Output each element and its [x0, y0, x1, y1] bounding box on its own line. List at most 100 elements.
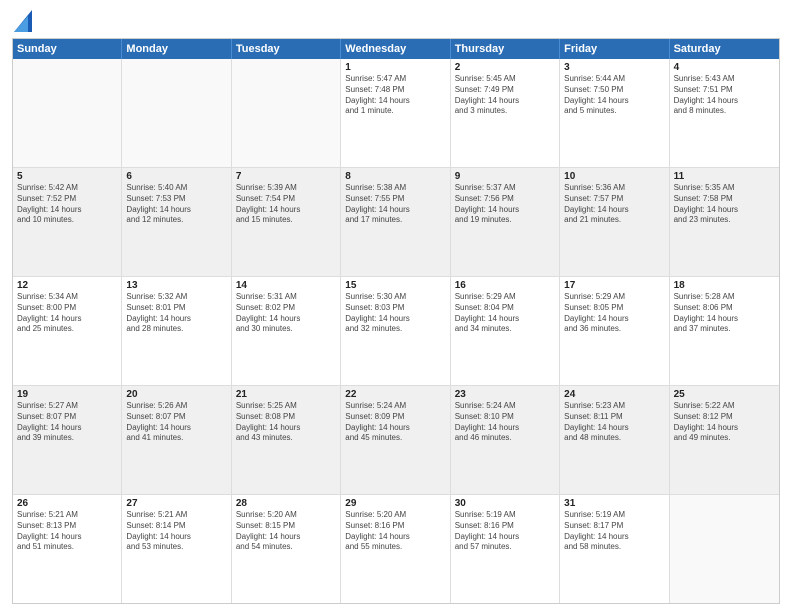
day-number: 22 — [345, 389, 445, 400]
calendar-cell: 6Sunrise: 5:40 AM Sunset: 7:53 PM Daylig… — [122, 168, 231, 276]
day-number: 23 — [455, 389, 555, 400]
day-number: 28 — [236, 498, 336, 509]
day-number: 16 — [455, 280, 555, 291]
header-cell-friday: Friday — [560, 39, 669, 59]
calendar-cell: 3Sunrise: 5:44 AM Sunset: 7:50 PM Daylig… — [560, 59, 669, 167]
header-cell-wednesday: Wednesday — [341, 39, 450, 59]
calendar-cell: 12Sunrise: 5:34 AM Sunset: 8:00 PM Dayli… — [13, 277, 122, 385]
calendar-cell: 29Sunrise: 5:20 AM Sunset: 8:16 PM Dayli… — [341, 495, 450, 603]
day-number: 7 — [236, 171, 336, 182]
calendar-cell: 15Sunrise: 5:30 AM Sunset: 8:03 PM Dayli… — [341, 277, 450, 385]
day-number: 11 — [674, 171, 775, 182]
calendar-header: SundayMondayTuesdayWednesdayThursdayFrid… — [13, 39, 779, 59]
calendar-row: 19Sunrise: 5:27 AM Sunset: 8:07 PM Dayli… — [13, 386, 779, 495]
cell-info: Sunrise: 5:21 AM Sunset: 8:13 PM Dayligh… — [17, 510, 117, 553]
cell-info: Sunrise: 5:25 AM Sunset: 8:08 PM Dayligh… — [236, 401, 336, 444]
day-number: 20 — [126, 389, 226, 400]
logo-icon — [14, 10, 32, 32]
cell-info: Sunrise: 5:45 AM Sunset: 7:49 PM Dayligh… — [455, 74, 555, 117]
calendar-cell: 16Sunrise: 5:29 AM Sunset: 8:04 PM Dayli… — [451, 277, 560, 385]
calendar-body: 1Sunrise: 5:47 AM Sunset: 7:48 PM Daylig… — [13, 59, 779, 603]
calendar-cell: 31Sunrise: 5:19 AM Sunset: 8:17 PM Dayli… — [560, 495, 669, 603]
cell-info: Sunrise: 5:29 AM Sunset: 8:04 PM Dayligh… — [455, 292, 555, 335]
calendar-cell: 24Sunrise: 5:23 AM Sunset: 8:11 PM Dayli… — [560, 386, 669, 494]
cell-info: Sunrise: 5:34 AM Sunset: 8:00 PM Dayligh… — [17, 292, 117, 335]
day-number: 15 — [345, 280, 445, 291]
day-number: 12 — [17, 280, 117, 291]
day-number: 30 — [455, 498, 555, 509]
cell-info: Sunrise: 5:39 AM Sunset: 7:54 PM Dayligh… — [236, 183, 336, 226]
calendar-row: 1Sunrise: 5:47 AM Sunset: 7:48 PM Daylig… — [13, 59, 779, 168]
calendar-cell: 28Sunrise: 5:20 AM Sunset: 8:15 PM Dayli… — [232, 495, 341, 603]
header-cell-tuesday: Tuesday — [232, 39, 341, 59]
day-number: 14 — [236, 280, 336, 291]
cell-info: Sunrise: 5:31 AM Sunset: 8:02 PM Dayligh… — [236, 292, 336, 335]
calendar-cell: 20Sunrise: 5:26 AM Sunset: 8:07 PM Dayli… — [122, 386, 231, 494]
calendar-cell: 23Sunrise: 5:24 AM Sunset: 8:10 PM Dayli… — [451, 386, 560, 494]
calendar-cell: 14Sunrise: 5:31 AM Sunset: 8:02 PM Dayli… — [232, 277, 341, 385]
calendar-cell: 8Sunrise: 5:38 AM Sunset: 7:55 PM Daylig… — [341, 168, 450, 276]
calendar-cell: 11Sunrise: 5:35 AM Sunset: 7:58 PM Dayli… — [670, 168, 779, 276]
calendar-cell — [13, 59, 122, 167]
day-number: 31 — [564, 498, 664, 509]
calendar-cell — [232, 59, 341, 167]
calendar-cell: 27Sunrise: 5:21 AM Sunset: 8:14 PM Dayli… — [122, 495, 231, 603]
cell-info: Sunrise: 5:32 AM Sunset: 8:01 PM Dayligh… — [126, 292, 226, 335]
day-number: 4 — [674, 62, 775, 73]
calendar-cell: 5Sunrise: 5:42 AM Sunset: 7:52 PM Daylig… — [13, 168, 122, 276]
day-number: 8 — [345, 171, 445, 182]
header-cell-monday: Monday — [122, 39, 231, 59]
cell-info: Sunrise: 5:42 AM Sunset: 7:52 PM Dayligh… — [17, 183, 117, 226]
cell-info: Sunrise: 5:30 AM Sunset: 8:03 PM Dayligh… — [345, 292, 445, 335]
header — [12, 10, 780, 32]
day-number: 17 — [564, 280, 664, 291]
logo — [12, 10, 32, 32]
calendar-cell: 18Sunrise: 5:28 AM Sunset: 8:06 PM Dayli… — [670, 277, 779, 385]
calendar-cell: 26Sunrise: 5:21 AM Sunset: 8:13 PM Dayli… — [13, 495, 122, 603]
day-number: 2 — [455, 62, 555, 73]
cell-info: Sunrise: 5:22 AM Sunset: 8:12 PM Dayligh… — [674, 401, 775, 444]
header-cell-saturday: Saturday — [670, 39, 779, 59]
day-number: 25 — [674, 389, 775, 400]
header-cell-sunday: Sunday — [13, 39, 122, 59]
cell-info: Sunrise: 5:40 AM Sunset: 7:53 PM Dayligh… — [126, 183, 226, 226]
cell-info: Sunrise: 5:20 AM Sunset: 8:16 PM Dayligh… — [345, 510, 445, 553]
calendar-row: 12Sunrise: 5:34 AM Sunset: 8:00 PM Dayli… — [13, 277, 779, 386]
cell-info: Sunrise: 5:24 AM Sunset: 8:09 PM Dayligh… — [345, 401, 445, 444]
cell-info: Sunrise: 5:20 AM Sunset: 8:15 PM Dayligh… — [236, 510, 336, 553]
cell-info: Sunrise: 5:21 AM Sunset: 8:14 PM Dayligh… — [126, 510, 226, 553]
cell-info: Sunrise: 5:19 AM Sunset: 8:17 PM Dayligh… — [564, 510, 664, 553]
day-number: 18 — [674, 280, 775, 291]
cell-info: Sunrise: 5:36 AM Sunset: 7:57 PM Dayligh… — [564, 183, 664, 226]
cell-info: Sunrise: 5:43 AM Sunset: 7:51 PM Dayligh… — [674, 74, 775, 117]
day-number: 9 — [455, 171, 555, 182]
cell-info: Sunrise: 5:19 AM Sunset: 8:16 PM Dayligh… — [455, 510, 555, 553]
header-cell-thursday: Thursday — [451, 39, 560, 59]
cell-info: Sunrise: 5:26 AM Sunset: 8:07 PM Dayligh… — [126, 401, 226, 444]
calendar-cell: 13Sunrise: 5:32 AM Sunset: 8:01 PM Dayli… — [122, 277, 231, 385]
calendar-cell: 21Sunrise: 5:25 AM Sunset: 8:08 PM Dayli… — [232, 386, 341, 494]
cell-info: Sunrise: 5:47 AM Sunset: 7:48 PM Dayligh… — [345, 74, 445, 117]
day-number: 24 — [564, 389, 664, 400]
cell-info: Sunrise: 5:27 AM Sunset: 8:07 PM Dayligh… — [17, 401, 117, 444]
calendar-row: 26Sunrise: 5:21 AM Sunset: 8:13 PM Dayli… — [13, 495, 779, 603]
cell-info: Sunrise: 5:28 AM Sunset: 8:06 PM Dayligh… — [674, 292, 775, 335]
calendar-cell — [670, 495, 779, 603]
calendar-cell: 25Sunrise: 5:22 AM Sunset: 8:12 PM Dayli… — [670, 386, 779, 494]
day-number: 26 — [17, 498, 117, 509]
cell-info: Sunrise: 5:44 AM Sunset: 7:50 PM Dayligh… — [564, 74, 664, 117]
cell-info: Sunrise: 5:37 AM Sunset: 7:56 PM Dayligh… — [455, 183, 555, 226]
cell-info: Sunrise: 5:29 AM Sunset: 8:05 PM Dayligh… — [564, 292, 664, 335]
calendar-cell: 22Sunrise: 5:24 AM Sunset: 8:09 PM Dayli… — [341, 386, 450, 494]
cell-info: Sunrise: 5:24 AM Sunset: 8:10 PM Dayligh… — [455, 401, 555, 444]
calendar-cell: 1Sunrise: 5:47 AM Sunset: 7:48 PM Daylig… — [341, 59, 450, 167]
calendar-cell: 4Sunrise: 5:43 AM Sunset: 7:51 PM Daylig… — [670, 59, 779, 167]
day-number: 21 — [236, 389, 336, 400]
calendar-cell: 30Sunrise: 5:19 AM Sunset: 8:16 PM Dayli… — [451, 495, 560, 603]
cell-info: Sunrise: 5:38 AM Sunset: 7:55 PM Dayligh… — [345, 183, 445, 226]
cell-info: Sunrise: 5:23 AM Sunset: 8:11 PM Dayligh… — [564, 401, 664, 444]
day-number: 13 — [126, 280, 226, 291]
calendar-cell: 10Sunrise: 5:36 AM Sunset: 7:57 PM Dayli… — [560, 168, 669, 276]
calendar-cell — [122, 59, 231, 167]
calendar-cell: 2Sunrise: 5:45 AM Sunset: 7:49 PM Daylig… — [451, 59, 560, 167]
